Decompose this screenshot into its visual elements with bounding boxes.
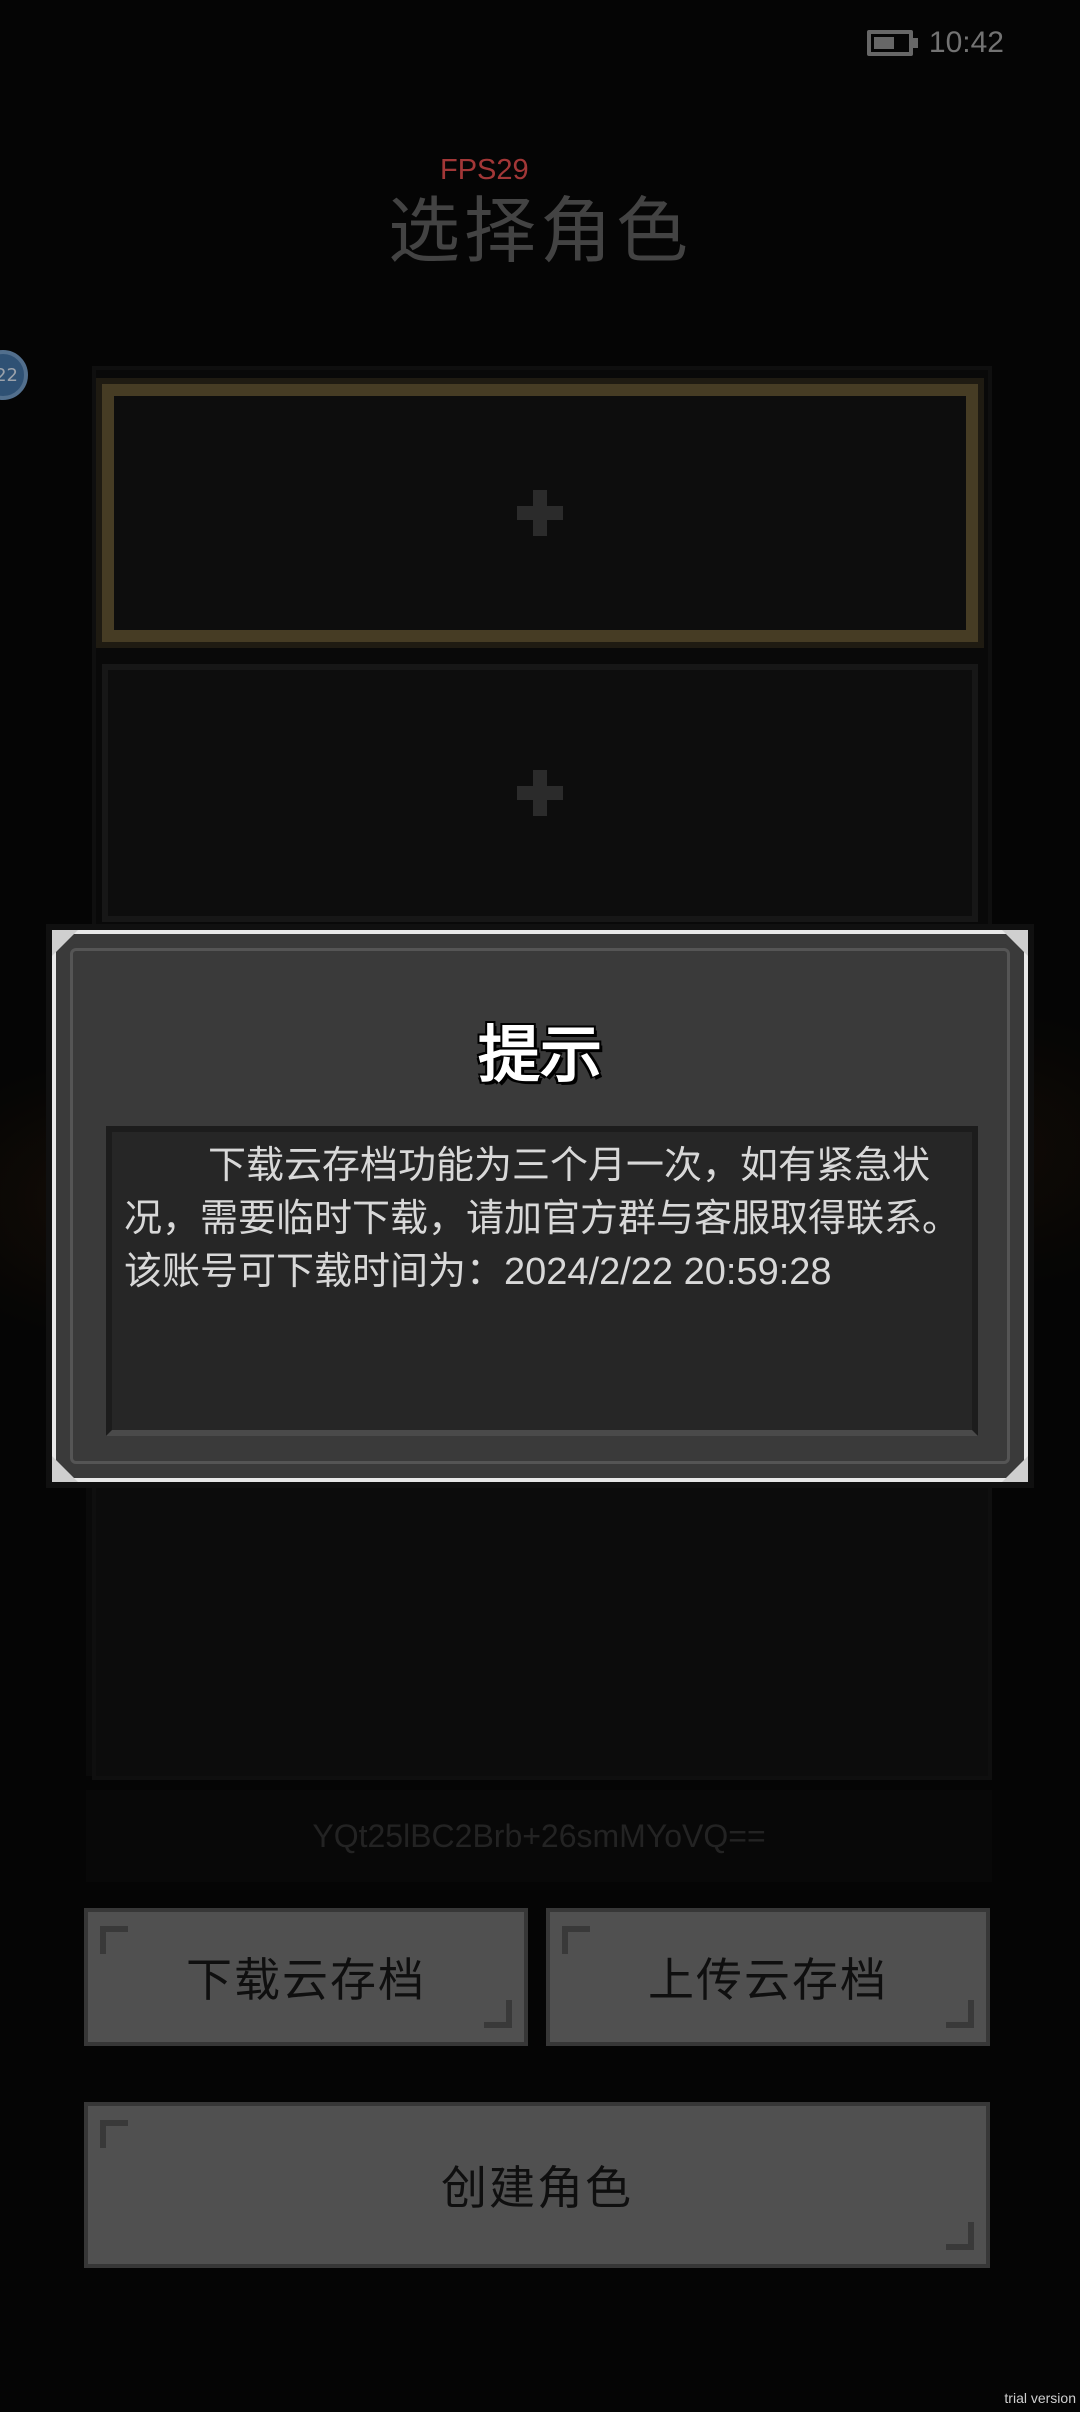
dialog-message-box: 下载云存档功能为三个月一次，如有紧急状况，需要临时下载，请加官方群与客服取得联系… bbox=[106, 1126, 978, 1436]
trial-watermark: trial version bbox=[1004, 2390, 1076, 2406]
notice-dialog: 提示 下载云存档功能为三个月一次，如有紧急状况，需要临时下载，请加官方群与客服取… bbox=[52, 930, 1028, 1482]
dialog-title: 提示 bbox=[477, 1018, 602, 1091]
dialog-message: 下载云存档功能为三个月一次，如有紧急状况，需要临时下载，请加官方群与客服取得联系… bbox=[124, 1145, 961, 1293]
